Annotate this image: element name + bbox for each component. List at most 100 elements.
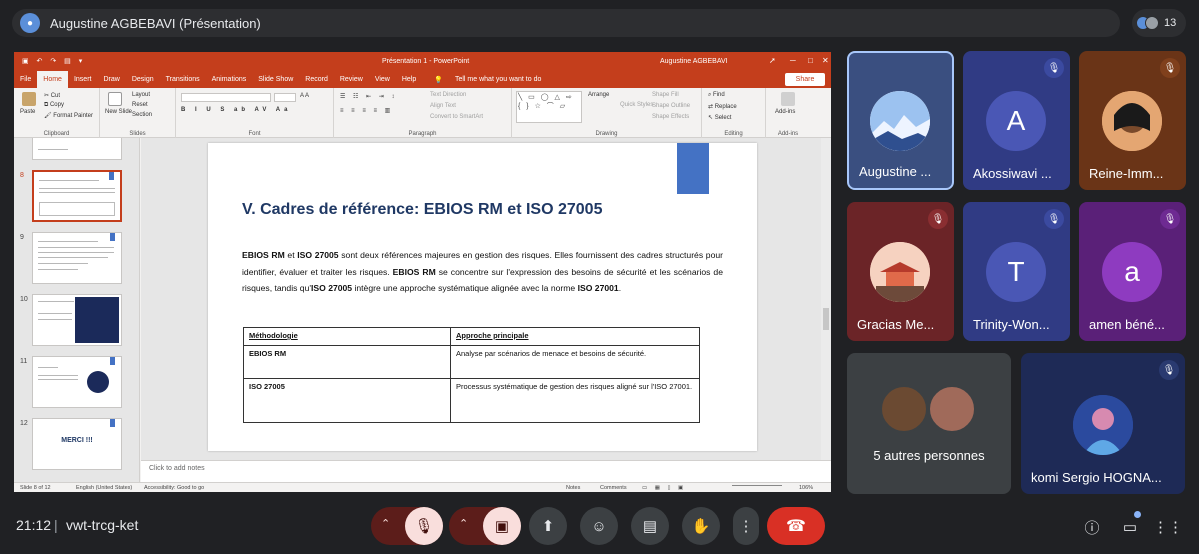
scrollbar-thumb[interactable]: [823, 308, 829, 330]
text-direction-button[interactable]: Text Direction: [430, 92, 466, 98]
activities-grid-icon[interactable]: ⋮⋮: [1153, 516, 1183, 538]
participant-tile[interactable]: 🎙 Reine-Imm...: [1079, 51, 1186, 190]
cut-button[interactable]: ✂ Cut: [44, 92, 60, 99]
chat-icon[interactable]: ▭: [1119, 516, 1141, 538]
leave-call-button[interactable]: ☎: [767, 507, 825, 545]
notes-pane[interactable]: Click to add notes: [141, 460, 831, 482]
reactions-button[interactable]: ☺: [580, 507, 618, 545]
comments-toggle[interactable]: Comments: [600, 485, 627, 491]
pin-icon[interactable]: ➚: [769, 56, 776, 65]
participant-tile[interactable]: 🎙 Gracias Me...: [847, 202, 954, 341]
more-vert-icon: ⋮: [738, 518, 754, 535]
participant-mini-avatar: [1145, 16, 1159, 30]
shape-outline-button[interactable]: Shape Outline: [652, 103, 690, 109]
font-name-box[interactable]: [181, 93, 271, 102]
font-format-buttons[interactable]: B I U S ab AV Aa: [181, 107, 291, 113]
thumbnail-number: 8: [20, 172, 24, 179]
new-slide-button[interactable]: New Slide: [105, 109, 132, 115]
participant-tile[interactable]: 🎙 a amen béné...: [1079, 202, 1186, 341]
replace-icon: ⇄: [708, 104, 714, 110]
menu-slide-show[interactable]: Slide Show: [252, 76, 299, 83]
find-button[interactable]: ⌕ Find: [708, 92, 725, 99]
thumb-accent: [110, 419, 115, 427]
replace-button[interactable]: ⇄ Replace: [708, 103, 737, 110]
chevron-up-icon[interactable]: ⌃: [381, 517, 390, 530]
methodology-table[interactable]: Méthodologie Approche principale EBIOS R…: [243, 327, 700, 423]
shapes-gallery[interactable]: ╲ ▭ ◯ △ ⇨ { } ☆ ⌒ ▱: [516, 91, 582, 123]
arrange-button[interactable]: Arrange: [588, 92, 609, 98]
emoji-icon: ☺: [591, 517, 607, 535]
menu-design[interactable]: Design: [126, 76, 160, 83]
section-button[interactable]: Section: [132, 112, 152, 118]
minimize-icon[interactable]: ─: [790, 56, 796, 65]
current-slide[interactable]: V. Cadres de référence: EBIOS RM et ISO …: [208, 143, 757, 451]
align-buttons[interactable]: ≡ ≡ ≡ ≡ ▥: [340, 107, 393, 114]
menu-record[interactable]: Record: [299, 76, 334, 83]
font-size-box[interactable]: [274, 93, 296, 102]
font-size-adjust[interactable]: A A: [300, 93, 309, 99]
align-text-button[interactable]: Align Text: [430, 103, 456, 109]
zoom-level[interactable]: 106%: [799, 485, 813, 491]
reset-button[interactable]: Reset: [132, 102, 148, 108]
participant-tile[interactable]: 🎙 A Akossiwavi ...: [963, 51, 1070, 190]
info-icon[interactable]: ⓘ: [1081, 516, 1103, 538]
slide-paragraph[interactable]: EBIOS RM et ISO 27005 sont deux référenc…: [242, 247, 723, 297]
slide-thumbnail-7[interactable]: [32, 138, 122, 160]
select-button[interactable]: ↖ Select: [708, 114, 731, 121]
slide-thumbnail-12[interactable]: MERCI !!!: [32, 418, 122, 470]
slide-thumbnail-10[interactable]: [32, 294, 122, 346]
maximize-icon[interactable]: □: [808, 56, 813, 65]
shape-fill-button[interactable]: Shape Fill: [652, 92, 679, 98]
participant-tile[interactable]: 🎙 komi Sergio HOGNA...: [1021, 353, 1185, 494]
list-buttons[interactable]: ☰ ☷ ⇤ ⇥ ↕: [340, 93, 397, 100]
camera-off-button[interactable]: ▣: [483, 507, 521, 545]
raise-hand-button[interactable]: ✋: [682, 507, 720, 545]
chevron-up-icon[interactable]: ⌃: [459, 517, 468, 530]
quick-styles-button[interactable]: Quick Styles: [620, 102, 653, 108]
tell-me-search[interactable]: Tell me what you want to do: [449, 76, 547, 83]
slide-thumbnail-9[interactable]: [32, 232, 122, 284]
slide-thumbnail-11[interactable]: [32, 356, 122, 408]
menu-review[interactable]: Review: [334, 76, 369, 83]
close-icon[interactable]: ✕: [822, 56, 829, 65]
participant-tile[interactable]: 🎙 T Trinity-Won...: [963, 202, 1070, 341]
notes-toggle[interactable]: Notes: [566, 485, 580, 491]
menu-insert[interactable]: Insert: [68, 76, 98, 83]
menu-draw[interactable]: Draw: [97, 76, 125, 83]
captions-button[interactable]: ▤: [631, 507, 669, 545]
zoom-slider[interactable]: [732, 485, 782, 486]
mic-off-button[interactable]: 🎙: [405, 507, 443, 545]
camera-control[interactable]: ⌃ ▣: [449, 507, 521, 545]
paste-button[interactable]: Paste: [20, 109, 35, 115]
menu-home[interactable]: Home: [37, 71, 68, 88]
addins-button[interactable]: Add-ins: [775, 109, 795, 115]
share-button[interactable]: Share: [785, 73, 825, 86]
participant-tile[interactable]: Augustine ...: [847, 51, 954, 190]
slide-thumbnail-8[interactable]: [32, 170, 122, 222]
layout-button[interactable]: Layout: [132, 92, 150, 98]
more-options-button[interactable]: ⋮: [733, 507, 759, 545]
table-header: Approche principale: [450, 327, 700, 346]
menu-animations[interactable]: Animations: [206, 76, 253, 83]
language-status[interactable]: English (United States): [76, 485, 132, 491]
participants-button[interactable]: 13: [1132, 9, 1186, 37]
slide-title[interactable]: V. Cadres de référence: EBIOS RM et ISO …: [242, 201, 602, 219]
mic-control[interactable]: ⌃ 🎙: [371, 507, 443, 545]
camera-off-icon: ▣: [494, 518, 510, 535]
menu-transitions[interactable]: Transitions: [160, 76, 206, 83]
convert-smartart-button[interactable]: Convert to SmartArt: [430, 114, 483, 120]
font-group: A A B I U S ab AV Aa Font: [176, 88, 334, 138]
slide-scrollbar[interactable]: [821, 138, 831, 460]
menu-file[interactable]: File: [14, 76, 37, 83]
menu-help[interactable]: Help: [396, 76, 422, 83]
copy-button[interactable]: ⧉ Copy: [44, 102, 64, 109]
view-buttons[interactable]: ▭ ▦ ▯ ▣: [642, 485, 686, 491]
thumb-text-line: [38, 263, 88, 264]
others-tile[interactable]: 5 autres personnes: [847, 353, 1011, 494]
shape-effects-button[interactable]: Shape Effects: [652, 114, 689, 120]
accessibility-status[interactable]: Accessibility: Good to go: [144, 485, 204, 491]
menu-view[interactable]: View: [369, 76, 396, 83]
format-painter-button[interactable]: 🖌 Format Painter: [44, 112, 93, 119]
quick-access-toolbar[interactable]: ▣ ↶ ↷ ▤ ▾: [22, 57, 85, 65]
present-button[interactable]: ⬆: [529, 507, 567, 545]
